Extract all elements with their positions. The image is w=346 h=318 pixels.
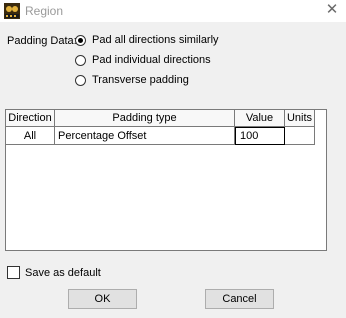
title-bar: Region ✕ bbox=[0, 0, 346, 22]
save-default-label: Save as default bbox=[25, 267, 101, 279]
value-cell[interactable]: 100 bbox=[235, 127, 285, 145]
radio-pad-all[interactable]: Pad all directions similarly bbox=[75, 32, 219, 48]
ok-button[interactable]: OK bbox=[68, 289, 137, 309]
radio-selected-icon[interactable] bbox=[75, 34, 86, 46]
column-header-direction[interactable]: Direction bbox=[6, 110, 55, 127]
radio-pad-all-label: Pad all directions similarly bbox=[92, 34, 219, 46]
padding-data-label: Padding Data: bbox=[7, 35, 77, 47]
radio-unselected-icon[interactable] bbox=[75, 54, 86, 66]
close-icon[interactable]: ✕ bbox=[324, 2, 340, 18]
app-icon bbox=[4, 3, 20, 19]
units-cell[interactable] bbox=[285, 127, 315, 145]
table-header: Direction Padding type Value Units bbox=[6, 110, 315, 127]
padding-type-cell[interactable]: Percentage Offset bbox=[55, 127, 235, 145]
radio-transverse-label: Transverse padding bbox=[92, 74, 189, 86]
padding-table[interactable]: Direction Padding type Value Units All P… bbox=[5, 109, 327, 251]
table-row[interactable]: All Percentage Offset 100 bbox=[6, 127, 315, 145]
radio-transverse[interactable]: Transverse padding bbox=[75, 72, 189, 88]
column-header-padding-type[interactable]: Padding type bbox=[55, 110, 235, 127]
radio-pad-individual[interactable]: Pad individual directions bbox=[75, 52, 211, 68]
save-default-checkbox[interactable] bbox=[7, 266, 20, 279]
cancel-button[interactable]: Cancel bbox=[205, 289, 274, 309]
window-title: Region bbox=[25, 4, 64, 18]
radio-unselected-icon[interactable] bbox=[75, 74, 86, 86]
column-header-value[interactable]: Value bbox=[235, 110, 285, 127]
column-header-units[interactable]: Units bbox=[285, 110, 315, 127]
direction-cell[interactable]: All bbox=[6, 127, 55, 145]
radio-pad-individual-label: Pad individual directions bbox=[92, 54, 211, 66]
